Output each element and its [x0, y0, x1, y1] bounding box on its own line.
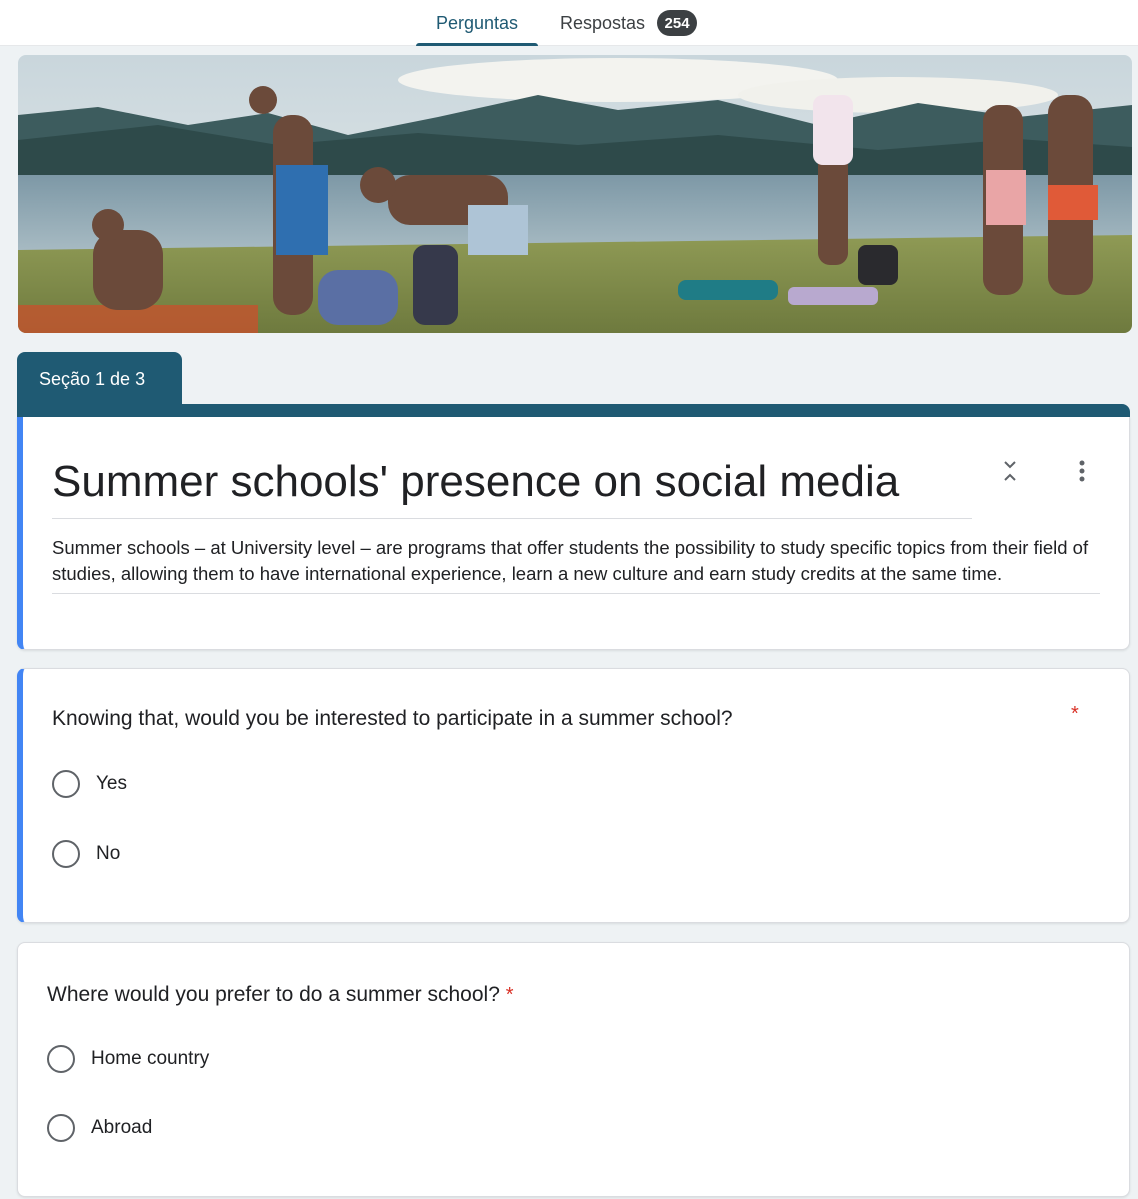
radio-unchecked-icon[interactable]	[47, 1114, 75, 1142]
section-indicator-tab: Seção 1 de 3	[17, 352, 182, 406]
top-tab-bar: Perguntas Respostas 254	[0, 0, 1138, 46]
section-label: Seção 1 de 3	[39, 368, 146, 389]
question-title: Knowing that, would you be interested to…	[52, 707, 733, 730]
form-description[interactable]: Summer schools – at University level – a…	[52, 535, 1100, 594]
tab-questions-label: Perguntas	[435, 12, 519, 33]
lake-scene-picture	[18, 55, 1132, 333]
radio-option-label: Home country	[91, 1048, 210, 1069]
required-asterisk: *	[505, 984, 514, 1006]
section-color-strip	[17, 404, 1130, 418]
question-title: Where would you prefer to do a summer sc…	[47, 983, 500, 1006]
radio-option[interactable]: Home country	[47, 1043, 209, 1075]
required-asterisk: *	[1071, 703, 1079, 725]
radio-unchecked-icon[interactable]	[52, 840, 80, 868]
more-vert-icon[interactable]	[1066, 455, 1098, 487]
collapse-icon[interactable]	[994, 455, 1026, 487]
radio-option-label: Yes	[96, 773, 127, 794]
question-card[interactable]: Knowing that, would you be interested to…	[17, 668, 1130, 923]
responses-count-badge: 254	[657, 10, 698, 36]
radio-option[interactable]: No	[52, 838, 120, 870]
radio-unchecked-icon[interactable]	[52, 770, 80, 798]
question-title-row: Where would you prefer to do a summer sc…	[47, 983, 514, 1007]
active-tab-indicator	[416, 43, 538, 46]
question-card[interactable]: Where would you prefer to do a summer sc…	[17, 942, 1130, 1197]
form-title[interactable]: Summer schools' presence on social media	[52, 451, 972, 519]
tab-responses[interactable]: Respostas 254	[552, 0, 722, 46]
header-image	[18, 55, 1132, 333]
radio-option[interactable]: Yes	[52, 768, 127, 800]
radio-option[interactable]: Abroad	[47, 1112, 152, 1144]
radio-option-label: No	[96, 843, 121, 864]
form-title-card[interactable]: Summer schools' presence on social media…	[17, 417, 1130, 650]
radio-unchecked-icon[interactable]	[47, 1045, 75, 1073]
tab-responses-label: Respostas	[560, 12, 646, 33]
tab-questions[interactable]: Perguntas	[416, 0, 538, 46]
radio-option-label: Abroad	[91, 1117, 153, 1138]
